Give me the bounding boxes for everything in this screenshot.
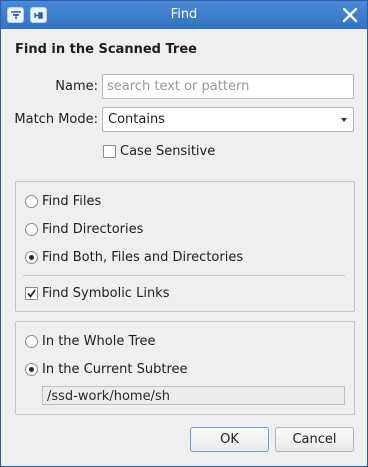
window-title: Find <box>170 7 198 22</box>
name-input-placeholder: search text or pattern <box>107 79 250 94</box>
symlinks-checkbox[interactable] <box>25 287 38 300</box>
current-subtree-label: In the Current Subtree <box>42 362 188 377</box>
radio-find-files[interactable] <box>25 195 38 208</box>
chevron-down-icon <box>341 118 347 122</box>
cancel-button[interactable]: Cancel <box>275 427 354 452</box>
radio-selected-dot <box>29 367 34 372</box>
find-dialog: Find Find in the Scanned Tree Name: sear… <box>0 0 368 467</box>
ok-button[interactable]: OK <box>190 427 269 452</box>
match-mode-select[interactable]: Contains <box>102 107 354 132</box>
symlinks-label: Find Symbolic Links <box>42 286 170 301</box>
dialog-heading: Find in the Scanned Tree <box>15 42 197 57</box>
match-mode-label: Match Mode: <box>14 112 98 127</box>
subtree-path-field: /ssd-work/home/sh <box>42 386 345 405</box>
case-sensitive-label: Case Sensitive <box>120 144 216 159</box>
match-mode-value: Contains <box>108 112 165 127</box>
radio-find-both[interactable] <box>25 251 38 264</box>
radio-current-subtree[interactable] <box>25 363 38 376</box>
checkmark-icon <box>27 289 36 298</box>
find-directories-label: Find Directories <box>42 222 144 237</box>
name-input[interactable]: search text or pattern <box>102 74 354 99</box>
find-files-label: Find Files <box>42 194 102 209</box>
title-bar: Find <box>1 1 367 29</box>
find-both-label: Find Both, Files and Directories <box>42 250 244 265</box>
radio-selected-dot <box>29 255 34 260</box>
group-separator <box>23 275 345 276</box>
radio-find-directories[interactable] <box>25 223 38 236</box>
whole-tree-label: In the Whole Tree <box>42 334 156 349</box>
close-button[interactable] <box>339 4 361 26</box>
close-icon <box>339 7 361 30</box>
case-sensitive-checkbox[interactable] <box>103 145 116 158</box>
name-label: Name: <box>55 79 98 94</box>
radio-whole-tree[interactable] <box>25 335 38 348</box>
